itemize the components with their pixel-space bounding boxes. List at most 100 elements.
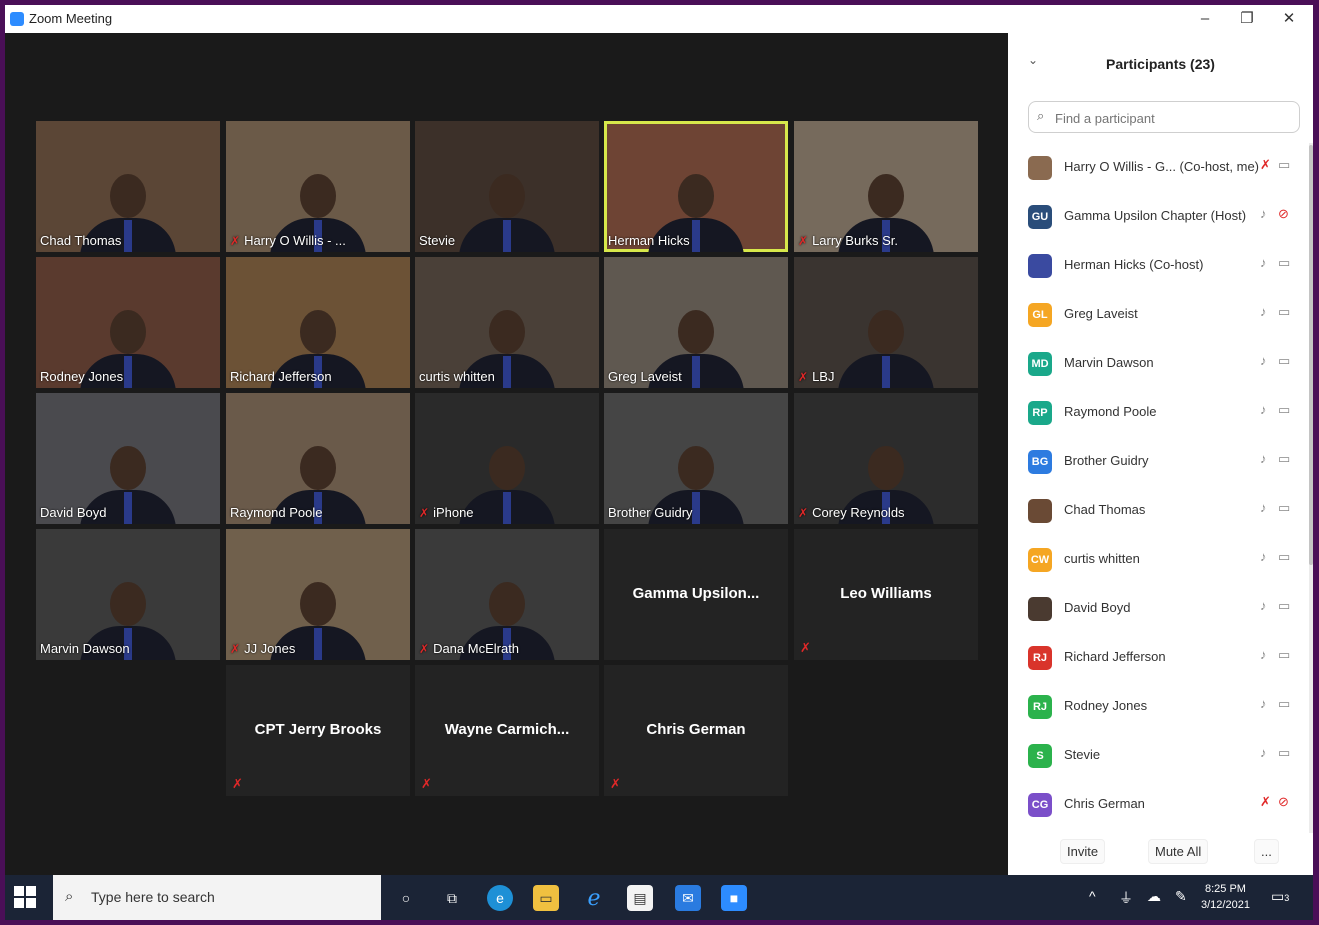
microphone-icon[interactable]: ♪ <box>1260 451 1267 466</box>
camera-off-icon[interactable]: ⊘ <box>1278 206 1289 222</box>
camera-icon[interactable]: ▭ <box>1278 157 1290 173</box>
video-tile[interactable]: ✗ Harry O Willis - ... <box>226 121 410 252</box>
tile-name-text: Herman Hicks <box>608 233 690 248</box>
camera-icon[interactable]: ▭ <box>1278 745 1290 761</box>
close-button[interactable]: ✕ <box>1269 7 1309 31</box>
video-tile[interactable]: Leo Williams ✗ <box>794 529 978 660</box>
camera-icon[interactable]: ▭ <box>1278 402 1290 418</box>
video-tile[interactable]: Rodney Jones <box>36 257 220 388</box>
video-tile[interactable]: Raymond Poole <box>226 393 410 524</box>
task-view-icon[interactable]: ⧉ <box>439 885 465 911</box>
cortana-icon[interactable]: ○ <box>393 885 419 911</box>
taskbar-clock[interactable]: 8:25 PM 3/12/2021 <box>1201 881 1250 913</box>
participant-row[interactable]: GL Greg Laveist ♪ ▭ <box>1008 290 1308 339</box>
microphone-icon[interactable]: ♪ <box>1260 304 1267 319</box>
mic-muted-icon: ✗ <box>798 234 809 248</box>
restore-button[interactable]: ❐ <box>1227 7 1267 31</box>
minimize-button[interactable]: – <box>1185 7 1225 31</box>
microphone-icon[interactable]: ♪ <box>1260 353 1267 368</box>
microphone-icon[interactable]: ♪ <box>1260 206 1267 221</box>
more-options-button[interactable]: ... <box>1254 839 1279 864</box>
video-tile[interactable]: Wayne Carmich... ✗ <box>415 665 599 796</box>
participant-search-input[interactable] <box>1053 106 1297 130</box>
mic-muted-icon[interactable]: ✗ <box>1260 157 1271 173</box>
camera-icon[interactable]: ▭ <box>1278 598 1290 614</box>
camera-icon[interactable]: ▭ <box>1278 647 1290 663</box>
camera-icon[interactable]: ▭ <box>1278 353 1290 369</box>
pen-icon[interactable]: ✎ <box>1175 888 1187 905</box>
microphone-icon[interactable]: ♪ <box>1260 500 1267 515</box>
participant-row[interactable]: RP Raymond Poole ♪ ▭ <box>1008 388 1308 437</box>
participant-row[interactable]: S Stevie ♪ ▭ <box>1008 731 1308 780</box>
zoom-app-icon[interactable]: ■ <box>721 885 747 911</box>
tile-center-name: Chris German <box>646 721 746 738</box>
mic-muted-icon: ✗ <box>232 776 243 791</box>
video-tile[interactable]: Stevie <box>415 121 599 252</box>
microphone-icon[interactable]: ♪ <box>1260 255 1267 270</box>
camera-icon[interactable]: ▭ <box>1278 255 1290 271</box>
mic-muted-icon[interactable]: ✗ <box>1260 794 1271 810</box>
microphone-icon[interactable]: ♪ <box>1260 549 1267 564</box>
camera-icon[interactable]: ▭ <box>1278 500 1290 516</box>
participant-row[interactable]: BG Brother Guidry ♪ ▭ <box>1008 437 1308 486</box>
taskbar-search[interactable]: ⌕ Type here to search <box>53 875 381 920</box>
notification-center-icon[interactable]: ▭3 <box>1271 888 1289 905</box>
video-tile[interactable]: ✗ Larry Burks Sr. <box>794 121 978 252</box>
video-tile[interactable]: ✗ Dana McElrath <box>415 529 599 660</box>
video-tile[interactable]: Richard Jefferson <box>226 257 410 388</box>
camera-icon[interactable]: ▭ <box>1278 549 1290 565</box>
participant-search[interactable]: ⌕ <box>1028 101 1300 133</box>
participant-row[interactable]: David Boyd ♪ ▭ <box>1008 584 1308 633</box>
video-tile[interactable]: Brother Guidry <box>604 393 788 524</box>
head-shape <box>678 174 714 218</box>
participant-row[interactable]: GU Gamma Upsilon Chapter (Host) ♪ ⊘ <box>1008 192 1308 241</box>
video-tile[interactable]: Chris German ✗ <box>604 665 788 796</box>
invite-button[interactable]: Invite <box>1060 839 1106 864</box>
mail-icon[interactable]: ✉ <box>675 885 701 911</box>
video-tile[interactable]: Gamma Upsilon... <box>604 529 788 660</box>
participant-row[interactable]: Harry O Willis - G... (Co-host, me) ✗ ▭ <box>1008 143 1308 192</box>
mic-muted-icon: ✗ <box>800 640 811 655</box>
microphone-icon[interactable]: ♪ <box>1260 402 1267 417</box>
video-tile[interactable]: curtis whitten <box>415 257 599 388</box>
camera-icon[interactable]: ▭ <box>1278 304 1290 320</box>
camera-icon[interactable]: ▭ <box>1278 451 1290 467</box>
windows-start-icon[interactable] <box>13 885 37 909</box>
head-shape <box>868 174 904 218</box>
participant-row[interactable]: CW curtis whitten ♪ ▭ <box>1008 535 1308 584</box>
video-tile[interactable]: CPT Jerry Brooks ✗ <box>226 665 410 796</box>
mute-all-button[interactable]: Mute All <box>1148 839 1209 864</box>
edge-browser-icon[interactable]: e <box>487 885 513 911</box>
file-explorer-icon[interactable]: ▭ <box>533 885 559 911</box>
tie-shape <box>503 220 511 252</box>
participant-row[interactable]: Chad Thomas ♪ ▭ <box>1008 486 1308 535</box>
video-tile[interactable]: Greg Laveist <box>604 257 788 388</box>
video-tile[interactable]: ✗ iPhone <box>415 393 599 524</box>
participant-row[interactable]: MD Marvin Dawson ♪ ▭ <box>1008 339 1308 388</box>
internet-explorer-icon[interactable]: ℯ <box>581 885 607 911</box>
camera-off-icon[interactable]: ⊘ <box>1278 794 1289 810</box>
store-icon[interactable]: ▤ <box>627 885 653 911</box>
microphone-icon[interactable]: ♪ <box>1260 598 1267 613</box>
participant-row[interactable]: RJ Rodney Jones ♪ ▭ <box>1008 682 1308 731</box>
video-tile[interactable]: ✗ JJ Jones <box>226 529 410 660</box>
video-tile[interactable]: Marvin Dawson <box>36 529 220 660</box>
tile-name-label: ✗ Harry O Willis - ... <box>230 233 346 248</box>
microphone-icon[interactable]: ♪ <box>1260 745 1267 760</box>
show-hidden-icons-icon[interactable]: ^ <box>1089 888 1096 904</box>
usb-icon[interactable]: ⏚ <box>1119 888 1133 908</box>
video-tile[interactable]: ✗ Corey Reynolds <box>794 393 978 524</box>
participant-row[interactable]: RJ Richard Jefferson ♪ ▭ <box>1008 633 1308 682</box>
scrollbar-thumb[interactable] <box>1309 145 1313 565</box>
video-tile[interactable]: Chad Thomas <box>36 121 220 252</box>
microphone-icon[interactable]: ♪ <box>1260 647 1267 662</box>
video-tile[interactable]: Herman Hicks <box>604 121 788 252</box>
participant-row[interactable]: CG Chris German ✗ ⊘ <box>1008 780 1308 829</box>
video-tile[interactable]: ✗ LBJ <box>794 257 978 388</box>
tile-name-text: Stevie <box>419 233 456 248</box>
participant-row[interactable]: Herman Hicks (Co-host) ♪ ▭ <box>1008 241 1308 290</box>
network-icon[interactable]: ☁ <box>1147 888 1161 905</box>
camera-icon[interactable]: ▭ <box>1278 696 1290 712</box>
video-tile[interactable]: David Boyd <box>36 393 220 524</box>
microphone-icon[interactable]: ♪ <box>1260 696 1267 711</box>
